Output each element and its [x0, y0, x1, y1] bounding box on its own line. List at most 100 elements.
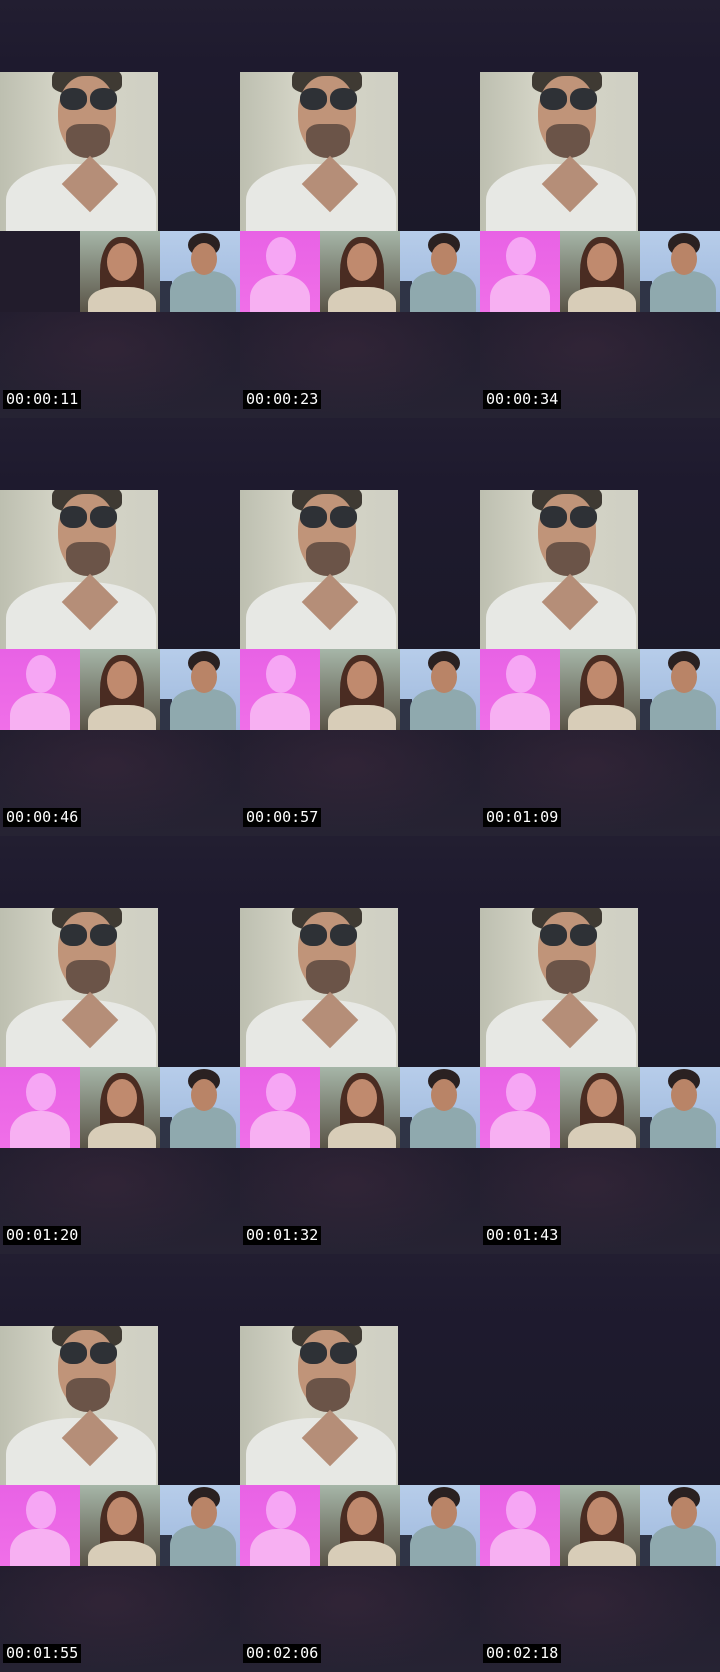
- default-avatar-tile[interactable]: [0, 649, 80, 730]
- participant-beard: [306, 124, 350, 158]
- default-avatar-tile[interactable]: [240, 649, 320, 730]
- default-avatar-tile[interactable]: [480, 1485, 560, 1566]
- participant-video-tile-3[interactable]: [160, 1485, 240, 1566]
- lens-left: [300, 924, 327, 946]
- participant-video-tile-3[interactable]: [640, 231, 720, 312]
- default-avatar-tile[interactable]: [0, 1485, 80, 1566]
- participant-video-tile-2[interactable]: [80, 1485, 160, 1566]
- lens-right: [570, 506, 597, 528]
- participant-top: [170, 1107, 236, 1148]
- main-participant-video[interactable]: [480, 72, 638, 231]
- participant-top: [328, 287, 396, 312]
- silhouette-head: [506, 1073, 536, 1111]
- lens-right: [330, 506, 357, 528]
- participant-top: [88, 1123, 156, 1148]
- participant-face: [347, 1497, 377, 1535]
- participant-top: [328, 1541, 396, 1566]
- default-avatar-tile[interactable]: [480, 1067, 560, 1148]
- lens-right: [90, 924, 117, 946]
- default-avatar-tile[interactable]: [480, 649, 560, 730]
- video-frame: 00:02:18: [480, 1254, 720, 1672]
- silhouette-head: [506, 655, 536, 693]
- participant-top: [410, 1107, 476, 1148]
- lens-left: [300, 88, 327, 110]
- silhouette-body: [250, 1111, 310, 1148]
- participant-top: [650, 1525, 716, 1566]
- video-frame: 00:01:20: [0, 836, 240, 1254]
- silhouette-head: [266, 1073, 296, 1111]
- lens-left: [540, 88, 567, 110]
- timestamp-label: 00:00:23: [243, 390, 322, 409]
- participant-face: [107, 1079, 137, 1117]
- main-participant-video[interactable]: [0, 490, 158, 649]
- participant-video-tile-2[interactable]: [560, 649, 640, 730]
- default-avatar-tile[interactable]: [0, 1067, 80, 1148]
- main-participant-video[interactable]: [0, 1326, 158, 1485]
- participant-top: [650, 1107, 716, 1148]
- main-participant-video[interactable]: [480, 908, 638, 1067]
- main-participant-video[interactable]: [0, 908, 158, 1067]
- participant-face: [671, 1497, 697, 1529]
- participant-face: [431, 1497, 457, 1529]
- participant-top: [88, 287, 156, 312]
- video-frame: 00:01:43: [480, 836, 720, 1254]
- participant-video-tile-3[interactable]: [400, 649, 480, 730]
- participant-video-tile-2[interactable]: [80, 231, 160, 312]
- main-participant-video[interactable]: [240, 490, 398, 649]
- default-avatar-tile[interactable]: [240, 231, 320, 312]
- participant-beard: [66, 1378, 110, 1412]
- participant-video-tile-2[interactable]: [320, 649, 400, 730]
- participant-top: [170, 1525, 236, 1566]
- participant-video-tile-2[interactable]: [320, 231, 400, 312]
- participant-top: [328, 1123, 396, 1148]
- participant-video-tile-3[interactable]: [400, 1485, 480, 1566]
- participant-video-tile-2[interactable]: [560, 1067, 640, 1148]
- video-frame: 00:00:11: [0, 0, 240, 418]
- participant-face: [587, 1497, 617, 1535]
- default-avatar-tile[interactable]: [480, 231, 560, 312]
- participant-face: [191, 1497, 217, 1529]
- main-participant-video[interactable]: [480, 490, 638, 649]
- silhouette-body: [10, 1529, 70, 1566]
- silhouette-head: [506, 237, 536, 275]
- sunglasses: [538, 88, 598, 110]
- participant-video-tile-3[interactable]: [640, 1067, 720, 1148]
- participant-face: [107, 1497, 137, 1535]
- lens-right: [90, 506, 117, 528]
- participant-video-tile-2[interactable]: [320, 1067, 400, 1148]
- empty-video-tile[interactable]: [0, 231, 80, 312]
- timestamp-label: 00:01:20: [3, 1226, 82, 1245]
- main-participant-video[interactable]: [240, 72, 398, 231]
- participant-face: [671, 243, 697, 275]
- timestamp-label: 00:00:11: [3, 390, 82, 409]
- participant-video-tile-3[interactable]: [160, 649, 240, 730]
- participant-video-tile-2[interactable]: [80, 1067, 160, 1148]
- participant-top: [568, 705, 636, 730]
- silhouette-head: [26, 655, 56, 693]
- main-participant-video[interactable]: [240, 908, 398, 1067]
- participant-video-tile-3[interactable]: [400, 1067, 480, 1148]
- timestamp-label: 00:01:32: [243, 1226, 322, 1245]
- participant-video-tile-3[interactable]: [160, 231, 240, 312]
- participant-video-tile-2[interactable]: [320, 1485, 400, 1566]
- sunglasses: [298, 1342, 358, 1364]
- participant-face: [671, 1079, 697, 1111]
- participant-face: [347, 243, 377, 281]
- participant-top: [568, 1123, 636, 1148]
- participant-video-tile-3[interactable]: [400, 231, 480, 312]
- timestamp-label: 00:01:55: [3, 1644, 82, 1663]
- participant-video-tile-3[interactable]: [640, 1485, 720, 1566]
- participant-video-tile-2[interactable]: [80, 649, 160, 730]
- participant-video-tile-3[interactable]: [160, 1067, 240, 1148]
- main-participant-video[interactable]: [0, 72, 158, 231]
- participant-top: [170, 689, 236, 730]
- participant-face: [587, 661, 617, 699]
- default-avatar-tile[interactable]: [240, 1485, 320, 1566]
- default-avatar-tile[interactable]: [240, 1067, 320, 1148]
- participant-top: [650, 689, 716, 730]
- video-frame: 00:02:06: [240, 1254, 480, 1672]
- main-participant-video[interactable]: [240, 1326, 398, 1485]
- participant-video-tile-2[interactable]: [560, 1485, 640, 1566]
- participant-video-tile-2[interactable]: [560, 231, 640, 312]
- participant-video-tile-3[interactable]: [640, 649, 720, 730]
